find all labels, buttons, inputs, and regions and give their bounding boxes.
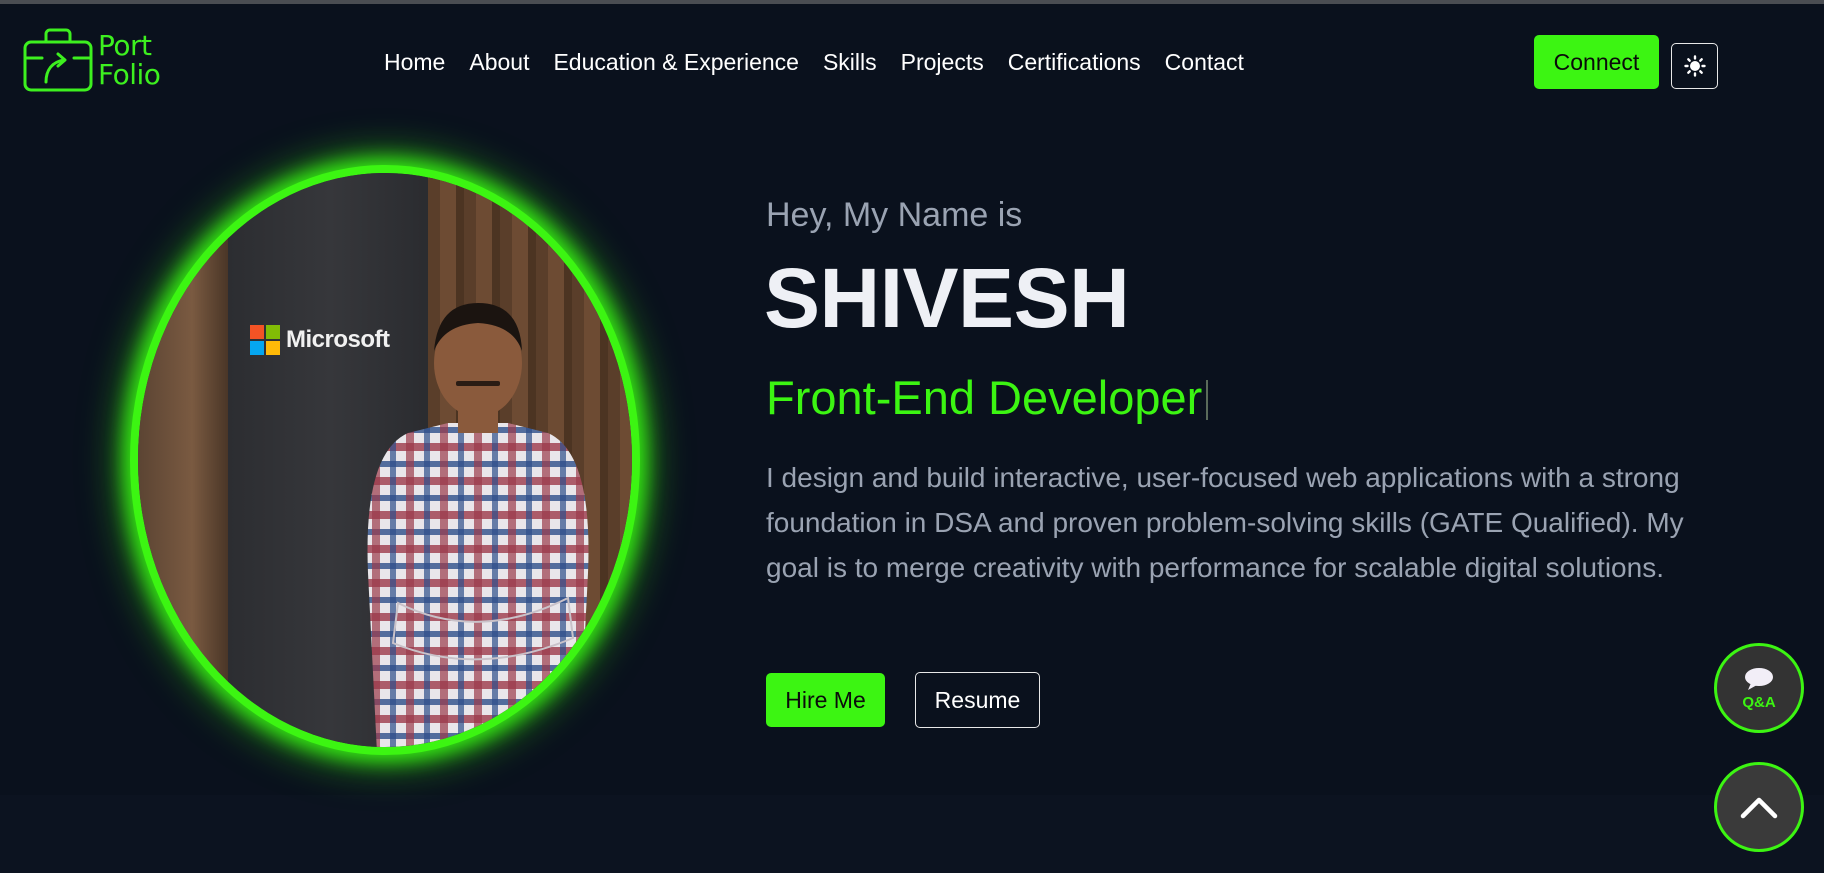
nav-projects[interactable]: Projects <box>901 46 984 78</box>
person-figure <box>367 303 589 747</box>
qa-chat-button[interactable]: Q&A <box>1714 643 1804 733</box>
connect-button[interactable]: Connect <box>1534 35 1659 89</box>
logo-line-1: Port <box>98 29 152 62</box>
portfolio-logo[interactable]: Port Folio <box>22 24 172 96</box>
photo-wood-panel-left <box>138 173 228 747</box>
main-nav: Home About Education & Experience Skills… <box>384 46 1268 78</box>
scroll-to-top-button[interactable] <box>1714 762 1804 852</box>
nav-skills[interactable]: Skills <box>823 46 877 78</box>
hire-me-button[interactable]: Hire Me <box>766 673 885 727</box>
greeting-text: Hey, My Name is <box>766 196 1023 234</box>
qa-label: Q&A <box>1742 693 1776 711</box>
chevron-up-icon <box>1740 797 1778 819</box>
nav-certifications[interactable]: Certifications <box>1008 46 1141 78</box>
theme-toggle-button[interactable] <box>1671 43 1718 89</box>
typing-caret <box>1206 380 1209 420</box>
nav-home[interactable]: Home <box>384 46 445 78</box>
hero-name: SHIVESH <box>764 251 1130 345</box>
profile-photo: Microsoft <box>138 173 632 747</box>
microsoft-logo-icon <box>250 325 280 355</box>
hero-role-text: Front-End Developer <box>766 371 1203 424</box>
chat-bubble-icon <box>1745 667 1773 690</box>
hero-role: Front-End Developer <box>766 370 1209 425</box>
logo-line-2: Folio <box>98 58 161 91</box>
site-header: Port Folio Home About Education & Experi… <box>0 4 1824 120</box>
nav-contact[interactable]: Contact <box>1165 46 1244 78</box>
hero-description: I design and build interactive, user-foc… <box>766 462 1684 583</box>
briefcase-arrow-icon <box>23 28 93 92</box>
logo-text: Port Folio <box>98 29 161 91</box>
nav-education-experience[interactable]: Education & Experience <box>553 46 799 78</box>
next-section-edge <box>0 795 1824 873</box>
resume-button[interactable]: Resume <box>915 672 1040 728</box>
sun-icon <box>1683 55 1706 77</box>
profile-photo-frame: Microsoft <box>130 165 640 755</box>
nav-about[interactable]: About <box>469 46 529 78</box>
